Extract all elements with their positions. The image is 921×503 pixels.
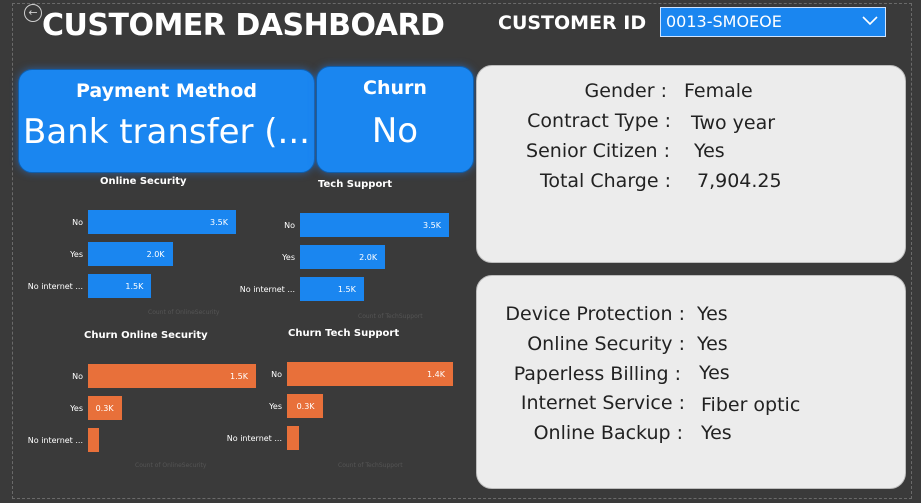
chart-title: Online Security <box>100 176 187 187</box>
bar-value-label: 0.3K <box>95 404 114 413</box>
category-label: No <box>284 221 295 230</box>
churn-card: Churn No <box>316 66 474 173</box>
page-title: CUSTOMER DASHBOARD <box>42 8 445 43</box>
axis-label: Count of OnlineSecurity <box>148 309 220 316</box>
category-label: No internet ... <box>27 436 83 445</box>
bar-value-label: 1.5K <box>337 285 356 294</box>
category-label: No internet ... <box>226 434 282 443</box>
contract-type-value: Two year <box>691 112 776 134</box>
customer-details-panel: Gender : Female Contract Type : Two year… <box>476 65 906 263</box>
payment-method-label: Payment Method <box>75 80 257 102</box>
bar <box>287 426 299 450</box>
internet-service-value: Fiber optic <box>701 394 801 416</box>
category-label: No <box>271 370 282 379</box>
category-label: No internet ... <box>239 285 295 294</box>
bar <box>88 428 100 452</box>
category-label: Yes <box>70 250 83 259</box>
churn-value: No <box>371 111 419 151</box>
services-panel: Device Protection : Yes Online Security … <box>476 275 906 489</box>
bar-value-label: 0.3K <box>296 402 315 411</box>
category-label: No <box>72 372 83 381</box>
bar-value-label: 1.5K <box>125 282 144 291</box>
axis-label: Count of TechSupport <box>358 313 423 320</box>
device-protection-value: Yes <box>697 303 728 325</box>
customer-id-dropdown[interactable]: 0013-SMOEOE <box>660 7 886 37</box>
chart-title: Tech Support <box>318 179 393 190</box>
back-arrow-icon[interactable]: ← <box>24 4 42 22</box>
payment-method-card: Payment Method Bank transfer (... <box>18 69 315 173</box>
bar-value-label: 3.5K <box>423 221 441 230</box>
category-label: Yes <box>269 402 282 411</box>
churn-label: Churn <box>363 77 427 99</box>
gender-label: Gender : <box>584 80 667 102</box>
contract-type-label: Contract Type : <box>527 110 671 132</box>
category-label: No <box>72 218 83 227</box>
bar-value-label: 1.4K <box>427 370 445 379</box>
chart-title: Churn Tech Support <box>288 328 400 339</box>
online-backup-value: Yes <box>701 422 732 444</box>
category-label: Yes <box>282 253 295 262</box>
axis-label: Count of OnlineSecurity <box>135 462 207 469</box>
gender-value: Female <box>684 80 753 102</box>
bar-value-label: 2.0K <box>359 253 378 262</box>
device-protection-label: Device Protection : <box>505 303 685 325</box>
total-charge-value: 7,904.25 <box>697 170 782 192</box>
senior-citizen-label: Senior Citizen : <box>526 140 670 162</box>
customer-id-value: 0013-SMOEOE <box>666 12 782 31</box>
axis-label: Count of TechSupport <box>338 462 403 469</box>
bar-value-label: 2.0K <box>146 250 165 259</box>
internet-service-label: Internet Service : <box>520 392 685 414</box>
payment-method-value: Bank transfer (... <box>23 112 310 152</box>
chevron-down-icon <box>862 16 878 26</box>
online-backup-label: Online Backup : <box>533 422 683 444</box>
chart-title: Churn Online Security <box>84 330 208 341</box>
senior-citizen-value: Yes <box>694 140 725 162</box>
online-security-value: Yes <box>697 333 728 355</box>
online-security-label: Online Security : <box>527 333 685 355</box>
total-charge-label: Total Charge : <box>539 170 671 192</box>
category-label: Yes <box>70 404 83 413</box>
category-label: No internet ... <box>27 282 83 291</box>
customer-id-label: CUSTOMER ID <box>498 12 647 34</box>
paperless-billing-label: Paperless Billing : <box>513 363 681 385</box>
paperless-billing-value: Yes <box>699 362 730 384</box>
